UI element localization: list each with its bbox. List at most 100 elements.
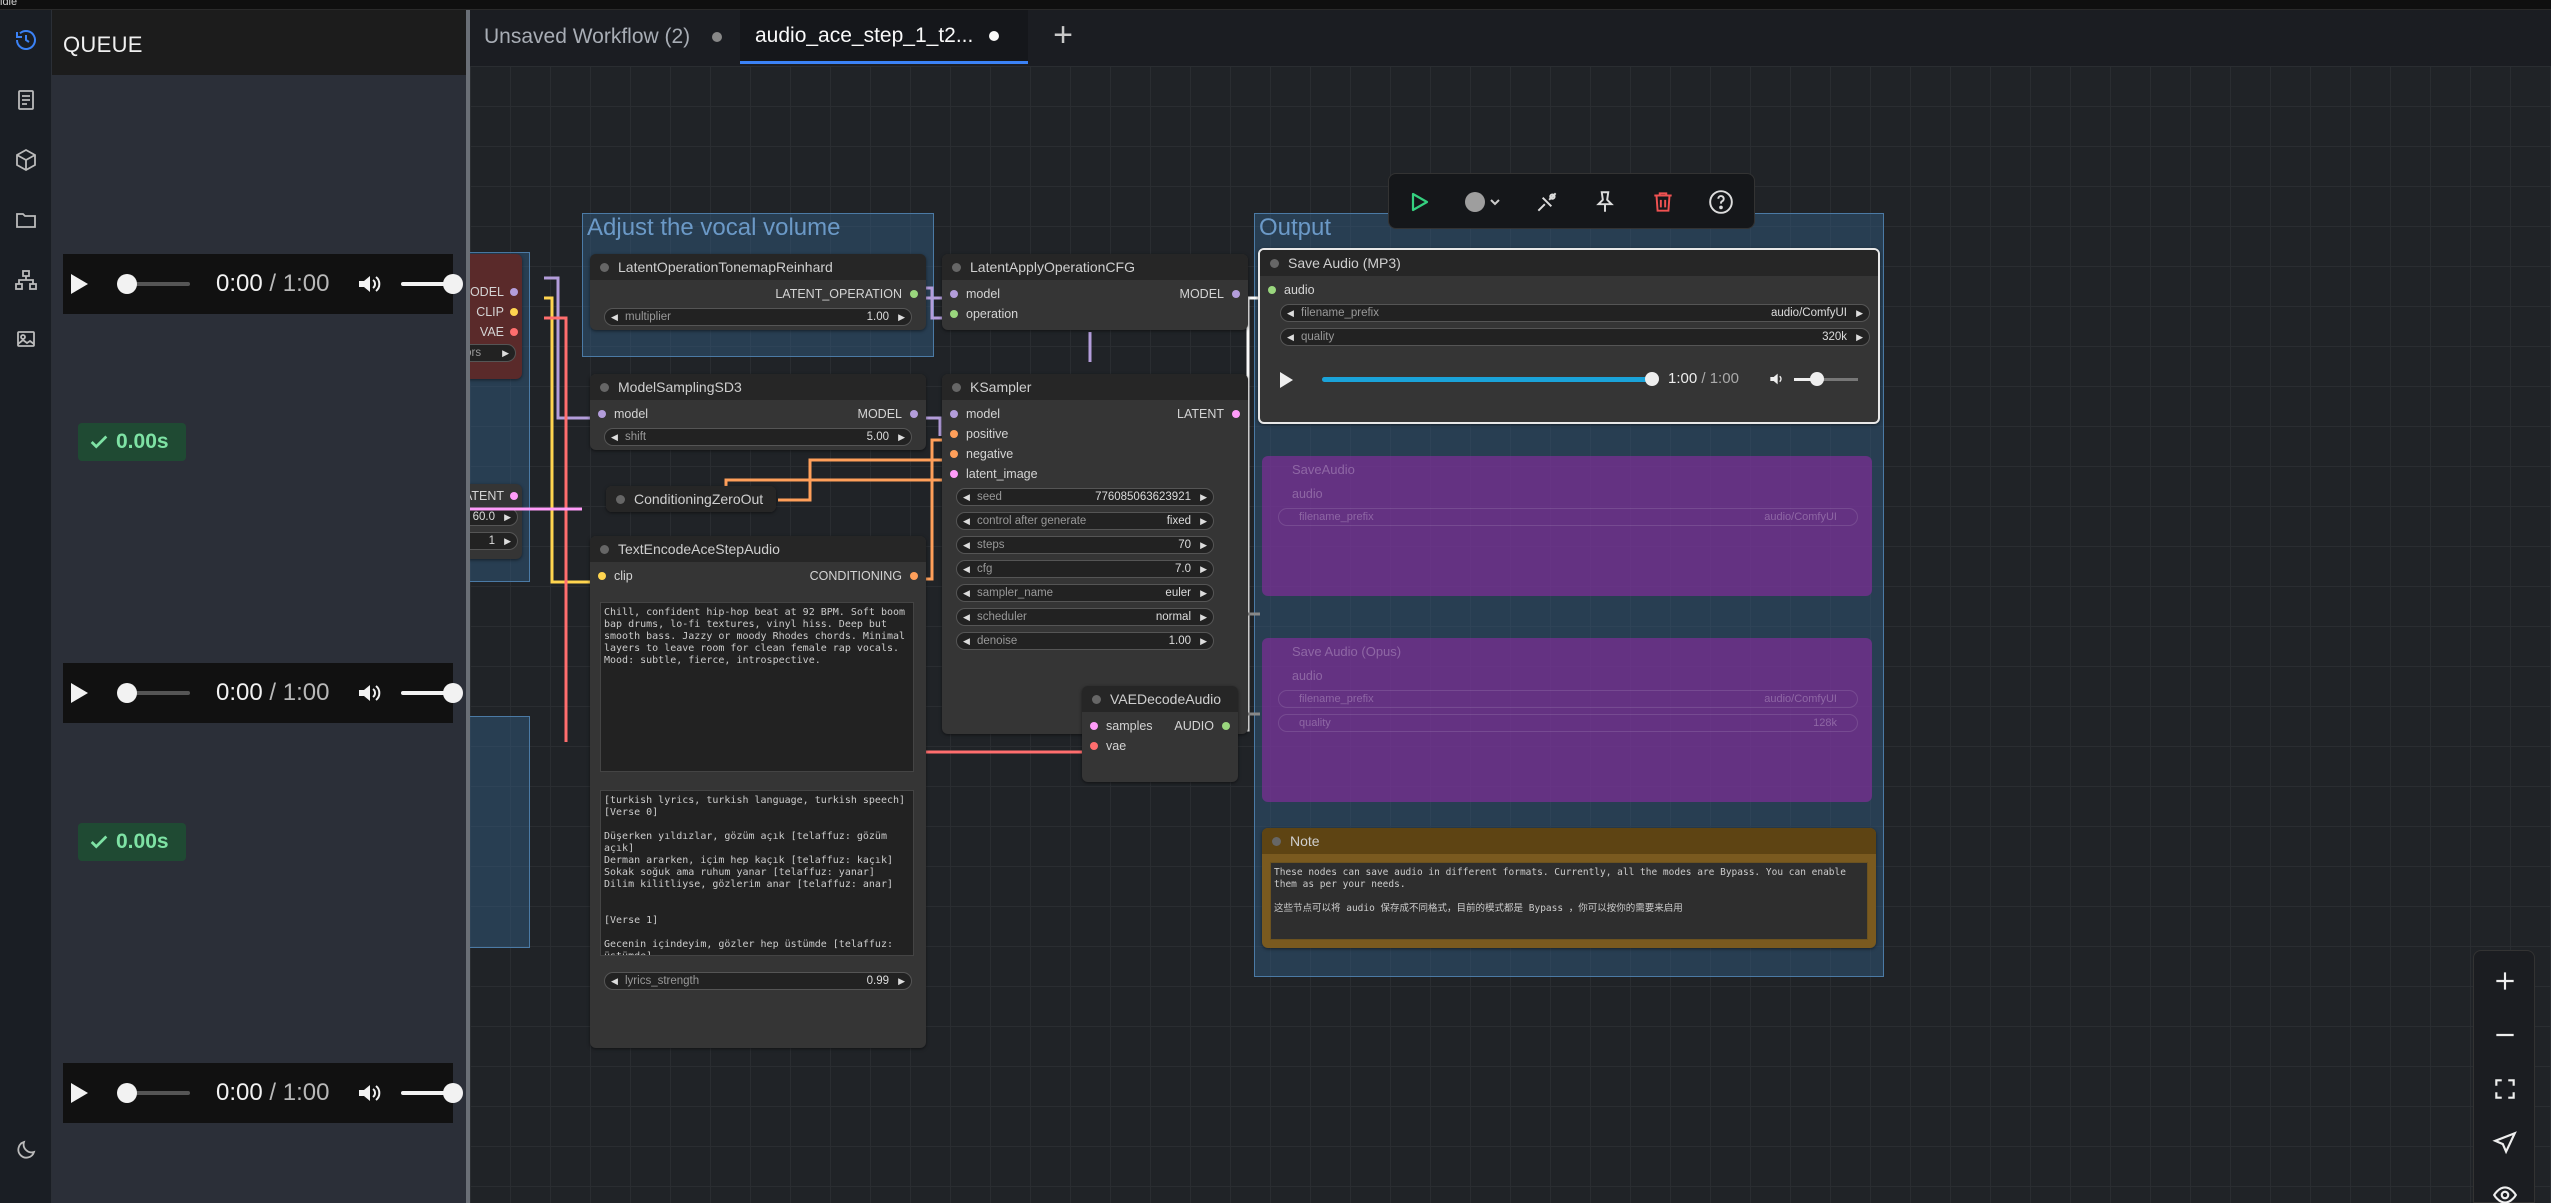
seek-handle[interactable] [117, 1083, 137, 1103]
input-pin[interactable] [950, 470, 958, 478]
audio-progress-fill [1322, 377, 1652, 382]
play-icon[interactable] [71, 1083, 88, 1103]
unsaved-dot-icon[interactable] [712, 32, 723, 42]
fit-view-icon[interactable] [2487, 1071, 2523, 1107]
output-pin[interactable] [910, 290, 918, 298]
seed-widget[interactable]: seed776085063623921 [956, 488, 1214, 506]
node-latent-tonemap[interactable]: LatentOperationTonemapReinhard LATENT_OP… [590, 254, 926, 330]
model-library-icon[interactable] [8, 142, 44, 178]
node-save-audio-bypassed[interactable]: SaveAudio audio filename_prefix audio/Co… [1262, 456, 1872, 596]
selection-toolbar [1388, 173, 1755, 229]
node-save-audio-mp3[interactable]: Save Audio (MP3) audio filename_prefixau… [1258, 248, 1880, 424]
output-pin[interactable] [910, 410, 918, 418]
help-icon[interactable] [1705, 186, 1737, 218]
cfg-widget[interactable]: cfg7.0 [956, 560, 1214, 578]
volume-handle[interactable] [443, 274, 463, 294]
filename-prefix-widget[interactable]: filename_prefix audio/ComfyUI [1278, 508, 1858, 526]
node-title: SaveAudio [1292, 462, 1355, 477]
node-title: VAEDecodeAudio [1082, 686, 1238, 712]
duration-badge: 0.00s [78, 423, 186, 461]
color-picker-button[interactable] [1463, 186, 1507, 218]
bypass-icon[interactable] [1531, 186, 1563, 218]
control-after-generate-widget[interactable]: control after generatefixed [956, 512, 1214, 530]
node-latent-apply-cfg[interactable]: LatentApplyOperationCFG model operation … [942, 254, 1248, 330]
node-note[interactable]: Note These nodes can save audio in diffe… [1262, 828, 1876, 948]
volume-icon[interactable] [1768, 371, 1786, 387]
lyrics-strength-widget[interactable]: lyrics_strength0.99 [604, 972, 912, 990]
shift-widget[interactable]: shift5.00 [604, 428, 912, 446]
output-pin[interactable] [1232, 290, 1240, 298]
new-tab-button[interactable]: + [1046, 18, 1080, 54]
note-text[interactable]: These nodes can save audio in different … [1270, 862, 1868, 940]
zoom-in-icon[interactable] [2487, 963, 2523, 999]
badge-time: 0.00s [116, 830, 169, 853]
workflow-tab-active[interactable]: audio_ace_step_1_t2... [740, 10, 1028, 64]
history-icon[interactable] [8, 22, 44, 58]
audio-progress-handle[interactable] [1645, 372, 1659, 386]
play-icon[interactable] [71, 274, 88, 294]
input-pin[interactable] [950, 310, 958, 318]
delete-trash-icon[interactable] [1647, 186, 1679, 218]
select-mode-icon[interactable] [2487, 1125, 2523, 1161]
lyrics-textarea[interactable]: [turkish lyrics, turkish language, turki… [600, 790, 914, 956]
graph-canvas[interactable]: MODEL CLIP VAE nsors LATENT 60.0 1 Adjus… [470, 66, 2551, 1203]
templates-icon[interactable] [8, 262, 44, 298]
queue-audio-player[interactable]: 0:00 / 1:00 [63, 1063, 463, 1123]
volume-handle[interactable] [1810, 372, 1824, 386]
unsaved-dot-icon[interactable] [989, 30, 1000, 41]
volume-handle[interactable] [443, 683, 463, 703]
node-model-sampling-sd3[interactable]: ModelSamplingSD3 model MODEL shift5.00 [590, 374, 926, 450]
quality-widget[interactable]: quality320k [1280, 328, 1870, 346]
input-pin[interactable] [950, 410, 958, 418]
play-icon[interactable] [1280, 372, 1296, 388]
theme-moon-icon[interactable] [8, 1132, 44, 1168]
input-pin[interactable] [950, 450, 958, 458]
seek-handle[interactable] [117, 683, 137, 703]
node-save-audio-opus-bypassed[interactable]: Save Audio (Opus) audio filename_prefix … [1262, 638, 1872, 802]
volume-icon[interactable] [356, 681, 382, 705]
input-pin[interactable] [950, 290, 958, 298]
run-play-icon[interactable] [1403, 186, 1435, 218]
quality-widget[interactable]: quality 128k [1278, 714, 1858, 732]
multiplier-widget[interactable]: multiplier1.00 [604, 308, 912, 326]
output-pin[interactable] [910, 572, 918, 580]
output-label: AUDIO [1174, 719, 1214, 733]
sampler-name-widget[interactable]: sampler_nameeuler [956, 584, 1214, 602]
audio-progress-bar[interactable] [1322, 377, 1652, 382]
audio-time: 1:00 / 1:00 [1668, 370, 1739, 387]
input-pin[interactable] [1090, 722, 1098, 730]
filename-prefix-widget[interactable]: filename_prefixaudio/ComfyUI [1280, 304, 1870, 322]
denoise-widget[interactable]: denoise1.00 [956, 632, 1214, 650]
workflows-folder-icon[interactable] [8, 202, 44, 238]
node-library-icon[interactable] [8, 82, 44, 118]
input-pin[interactable] [598, 572, 606, 580]
input-pin[interactable] [1090, 742, 1098, 750]
input-pin[interactable] [598, 410, 606, 418]
check-icon [90, 835, 108, 849]
zoom-out-icon[interactable] [2487, 1017, 2523, 1053]
output-pin[interactable] [1222, 722, 1230, 730]
input-pin[interactable] [950, 430, 958, 438]
volume-icon[interactable] [356, 272, 382, 296]
queue-audio-player[interactable]: 0:00 / 1:00 [63, 254, 463, 314]
pin-icon[interactable] [1589, 186, 1621, 218]
workflow-tab[interactable]: Unsaved Workflow (2) [484, 10, 723, 64]
queue-audio-player[interactable]: 0:00 / 1:00 [63, 663, 463, 723]
node-conditioning-zero-out[interactable]: ConditioningZeroOut [606, 486, 776, 512]
filename-prefix-widget[interactable]: filename_prefix audio/ComfyUI [1278, 690, 1858, 708]
tags-textarea[interactable]: Chill, confident hip-hop beat at 92 BPM.… [600, 602, 914, 772]
input-label: audio [1292, 487, 1323, 501]
play-icon[interactable] [71, 683, 88, 703]
volume-icon[interactable] [356, 1081, 382, 1105]
output-pin[interactable] [1232, 410, 1240, 418]
node-text-encode-ace-step[interactable]: TextEncodeAceStepAudio clip CONDITIONING… [590, 536, 926, 1048]
scheduler-widget[interactable]: schedulernormal [956, 608, 1214, 626]
seek-handle[interactable] [117, 274, 137, 294]
volume-handle[interactable] [443, 1083, 463, 1103]
toggle-links-eye-icon[interactable] [2487, 1177, 2523, 1203]
steps-widget[interactable]: steps70 [956, 536, 1214, 554]
image-gallery-icon[interactable] [8, 322, 44, 358]
node-ksampler[interactable]: KSampler model positive negative latent_… [942, 374, 1248, 734]
input-pin[interactable] [1268, 286, 1276, 294]
node-vae-decode-audio[interactable]: VAEDecodeAudio samples vae AUDIO [1082, 686, 1238, 782]
